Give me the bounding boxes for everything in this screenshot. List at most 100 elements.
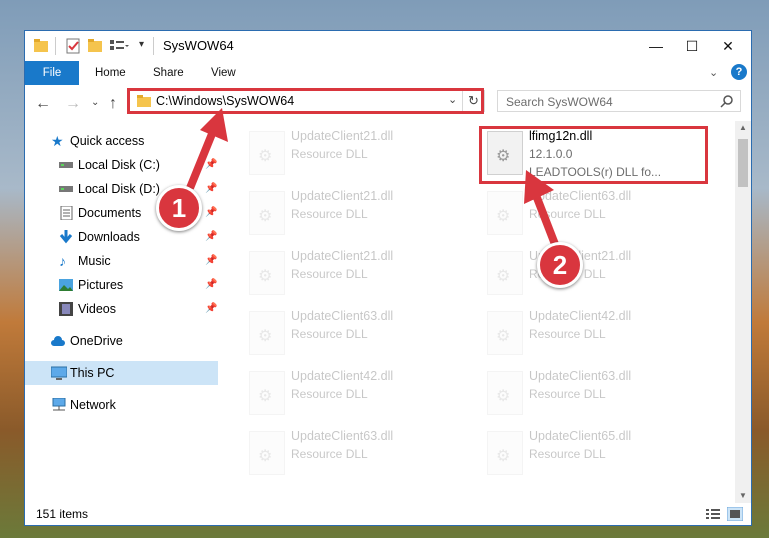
sidebar-item-label: Documents [78, 206, 142, 220]
file-type: Resource DLL [291, 327, 368, 341]
window-title: SysWOW64 [163, 38, 234, 53]
title-bar: ▾ SysWOW64 — ☐ ✕ [25, 31, 751, 61]
sidebar-item-label: This PC [70, 366, 115, 380]
new-folder-icon[interactable] [87, 37, 103, 55]
drive-icon [59, 162, 73, 168]
tab-file[interactable]: File [25, 61, 79, 85]
file-name: UpdateClient63.dll [291, 309, 394, 323]
step-badge-2: 2 [537, 242, 583, 288]
close-button[interactable]: ✕ [705, 31, 751, 61]
file-name: UpdateClient21.dll [291, 249, 394, 263]
file-name: UpdateClient21.dll [291, 189, 394, 203]
file-name: UpdateClient42.dll [529, 309, 632, 323]
scroll-up-icon[interactable]: ▲ [739, 123, 747, 132]
sidebar-item-label: Downloads [78, 230, 140, 244]
file-item[interactable]: UpdateClient63.dll Resource DLL [479, 187, 699, 239]
status-bar: 151 items [25, 503, 751, 525]
separator [153, 37, 154, 55]
file-highlight [479, 126, 708, 184]
file-item[interactable]: UpdateClient21.dll Resource DLL [479, 247, 699, 299]
pin-icon[interactable]: 📌 [205, 273, 217, 297]
file-name: UpdateClient21.dll [291, 129, 394, 143]
file-name: UpdateClient63.dll [291, 429, 394, 443]
dll-file-icon [487, 431, 523, 475]
recent-locations-icon[interactable]: ⌄ [91, 97, 99, 108]
dll-file-icon [487, 191, 523, 235]
sidebar-item-label: OneDrive [70, 334, 123, 348]
file-name: UpdateClient42.dll [291, 369, 394, 383]
dll-file-icon [487, 251, 523, 295]
documents-icon [60, 206, 73, 220]
dll-file-icon [249, 431, 285, 475]
file-type: Resource DLL [529, 387, 606, 401]
file-type: Resource DLL [291, 147, 368, 161]
tab-share[interactable]: Share [143, 61, 194, 85]
sidebar-item-network[interactable]: Network [25, 393, 218, 417]
sidebar-item-label: Local Disk (D:) [78, 182, 160, 196]
file-item[interactable]: UpdateClient42.dll Resource DLL [479, 307, 699, 359]
dll-file-icon [249, 251, 285, 295]
file-item[interactable]: UpdateClient21.dll Resource DLL [241, 127, 461, 179]
sidebar-item-videos[interactable]: Videos 📌 [25, 297, 218, 321]
tab-view[interactable]: View [201, 61, 246, 85]
file-type: Resource DLL [291, 207, 368, 221]
search-input[interactable]: Search SysWOW64 [497, 90, 741, 112]
drive-icon [59, 186, 73, 192]
pin-icon[interactable]: 📌 [205, 249, 217, 273]
file-type: Resource DLL [291, 387, 368, 401]
sidebar-item-this-pc[interactable]: This PC [25, 361, 218, 385]
vertical-scrollbar[interactable]: ▲ ▼ [735, 121, 751, 503]
search-placeholder: Search SysWOW64 [506, 95, 613, 109]
sidebar-item-label: Quick access [70, 134, 145, 148]
customize-toolbar-icon[interactable] [109, 37, 129, 55]
file-item[interactable]: UpdateClient65.dll Resource DLL [479, 427, 699, 479]
file-item[interactable]: UpdateClient21.dll Resource DLL [241, 187, 461, 239]
scrollbar-thumb[interactable] [738, 139, 748, 187]
step-badge-1: 1 [156, 185, 202, 231]
pictures-icon [59, 279, 73, 291]
dll-file-icon [249, 191, 285, 235]
network-icon [52, 398, 66, 411]
tiles-view-icon[interactable] [727, 507, 743, 521]
sidebar-item-label: Music [78, 254, 111, 268]
pin-icon[interactable]: 📌 [205, 225, 217, 249]
item-count: 151 items [36, 507, 89, 521]
file-item[interactable]: UpdateClient63.dll Resource DLL [241, 307, 461, 359]
search-icon[interactable] [720, 94, 734, 108]
sidebar-item-label: Videos [78, 302, 116, 316]
dll-file-icon [249, 371, 285, 415]
sidebar-item-music[interactable]: ♪ Music 📌 [25, 249, 218, 273]
file-item[interactable]: UpdateClient21.dll Resource DLL [241, 247, 461, 299]
help-icon[interactable]: ? [731, 64, 747, 80]
dll-file-icon [487, 371, 523, 415]
file-type: Resource DLL [291, 447, 368, 461]
videos-icon [59, 302, 73, 316]
folder-icon[interactable] [33, 37, 49, 55]
pin-icon[interactable]: 📌 [205, 201, 217, 225]
tab-home[interactable]: Home [85, 61, 136, 85]
file-item[interactable]: UpdateClient63.dll Resource DLL [479, 367, 699, 419]
pin-icon[interactable]: 📌 [205, 297, 217, 321]
sidebar-item-onedrive[interactable]: OneDrive [25, 329, 218, 353]
scroll-down-icon[interactable]: ▼ [739, 491, 747, 500]
star-icon: ★ [51, 133, 64, 149]
file-item[interactable]: UpdateClient63.dll Resource DLL [241, 427, 461, 479]
dll-file-icon [249, 131, 285, 175]
music-icon: ♪ [59, 253, 66, 269]
forward-arrow-icon[interactable]: → [65, 95, 81, 113]
sidebar-item-label: Local Disk (C:) [78, 158, 160, 172]
download-icon [59, 230, 73, 244]
expand-ribbon-icon[interactable]: ⌄ [709, 66, 718, 79]
dropdown-arrow-icon[interactable]: ▾ [139, 39, 144, 50]
file-item[interactable]: UpdateClient42.dll Resource DLL [241, 367, 461, 419]
properties-icon[interactable] [65, 37, 81, 55]
file-type: Resource DLL [529, 447, 606, 461]
back-arrow-icon[interactable]: ← [35, 95, 51, 113]
up-arrow-icon[interactable]: ↑ [109, 95, 117, 113]
sidebar-item-pictures[interactable]: Pictures 📌 [25, 273, 218, 297]
cloud-icon [51, 336, 65, 346]
computer-icon [51, 366, 67, 380]
dll-file-icon [249, 311, 285, 355]
file-name: UpdateClient63.dll [529, 369, 632, 383]
details-view-icon[interactable] [705, 507, 721, 521]
